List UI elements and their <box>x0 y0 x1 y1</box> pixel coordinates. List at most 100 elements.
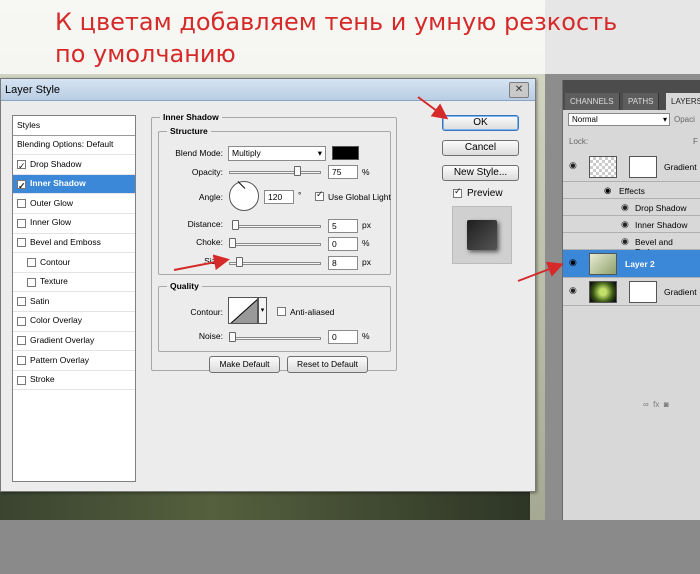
style-item-outer-glow[interactable]: Outer Glow <box>13 194 135 214</box>
style-checkbox[interactable] <box>17 297 26 307</box>
tab-paths[interactable]: PATHS <box>623 93 660 110</box>
styles-header[interactable]: Styles <box>13 116 135 136</box>
style-item-color-overlay[interactable]: Color Overlay <box>13 312 135 332</box>
blending-options[interactable]: Blending Options: Default <box>13 136 135 156</box>
shadow-color-swatch[interactable] <box>332 146 359 160</box>
chevron-down-icon: ▾ <box>317 148 322 158</box>
choke-input[interactable]: 0 <box>328 237 358 251</box>
opacity-slider[interactable] <box>229 171 321 174</box>
dialog-titlebar[interactable]: Layer Style ✕ <box>1 79 535 101</box>
style-checkbox[interactable] <box>17 177 26 196</box>
layer-row-layer-2[interactable]: ◉ Layer 2 <box>563 250 700 278</box>
style-item-inner-shadow[interactable]: Inner Shadow <box>13 174 135 196</box>
style-item-stroke[interactable]: Stroke <box>13 371 135 391</box>
angle-input[interactable]: 120 <box>264 190 294 204</box>
fx-icon[interactable]: fx <box>653 400 659 409</box>
distance-slider[interactable] <box>232 225 321 228</box>
size-unit: px <box>362 257 371 267</box>
noise-slider[interactable] <box>229 337 321 340</box>
link-icon[interactable]: ∞ <box>643 400 649 409</box>
dialog-title: Layer Style <box>5 84 61 96</box>
panel-opacity-label: Opaci <box>674 115 695 124</box>
opacity-input[interactable]: 75 <box>328 165 358 179</box>
style-item-pattern-overlay[interactable]: Pattern Overlay <box>13 351 135 371</box>
contour-preview[interactable] <box>228 297 258 324</box>
style-label: Stroke <box>30 374 55 385</box>
inner-shadow-title: Inner Shadow <box>160 112 222 122</box>
style-item-gradient-overlay[interactable]: Gradient Overlay <box>13 332 135 352</box>
eye-icon[interactable]: ◉ <box>621 219 629 230</box>
style-item-drop-shadow[interactable]: Drop Shadow <box>13 155 135 177</box>
choke-slider[interactable] <box>229 243 321 246</box>
effects-header-row[interactable]: ◉ Effects <box>563 182 700 199</box>
eye-icon[interactable]: ◉ <box>569 285 577 296</box>
effect-row-drop-shadow[interactable]: ◉ Drop Shadow <box>563 199 700 216</box>
noise-slider-thumb[interactable] <box>229 332 236 342</box>
blend-mode-select[interactable]: Multiply ▾ <box>228 146 326 161</box>
opacity-slider-thumb[interactable] <box>294 166 301 176</box>
close-button[interactable]: ✕ <box>509 82 529 98</box>
eye-icon[interactable]: ◉ <box>621 202 629 213</box>
new-style-button[interactable]: New Style... <box>442 165 519 181</box>
style-checkbox[interactable] <box>17 336 26 346</box>
layer-row-gradient-bottom[interactable]: ◉ Gradient <box>563 278 700 306</box>
distance-slider-thumb[interactable] <box>232 220 239 230</box>
layer-row-gradient-top[interactable]: ◉ Gradient <box>563 152 700 182</box>
choke-label: Choke: <box>196 237 223 247</box>
photo-strip <box>0 490 530 520</box>
noise-input[interactable]: 0 <box>328 330 358 344</box>
eye-icon[interactable]: ◉ <box>569 160 577 171</box>
size-slider-thumb[interactable] <box>236 257 243 267</box>
tab-layers[interactable]: LAYERS <box>666 93 700 110</box>
style-checkbox[interactable] <box>17 316 26 326</box>
mask-icon[interactable]: ◙ <box>664 400 669 409</box>
preview-checkbox[interactable] <box>453 186 462 198</box>
layer-name: Layer 2 <box>625 259 655 269</box>
style-item-inner-glow[interactable]: Inner Glow <box>13 214 135 234</box>
style-label: Contour <box>40 256 71 267</box>
style-item-bevel-and-emboss[interactable]: Bevel and Emboss <box>13 234 135 254</box>
distance-input[interactable]: 5 <box>328 219 358 233</box>
size-label: Size: <box>204 256 223 266</box>
style-item-contour[interactable]: Contour <box>13 253 135 273</box>
style-checkbox[interactable] <box>17 238 26 248</box>
size-input[interactable]: 8 <box>328 256 358 270</box>
style-label: Bevel and Emboss <box>30 237 101 248</box>
style-checkbox[interactable] <box>17 199 26 209</box>
contour-dropdown[interactable]: ▾ <box>258 297 267 324</box>
panel-lock-label: Lock: <box>569 137 589 146</box>
choke-slider-thumb[interactable] <box>229 238 236 248</box>
effects-icon: ◉ <box>604 185 612 195</box>
reset-to-default-button[interactable]: Reset to Default <box>287 356 368 373</box>
style-checkbox[interactable] <box>17 355 26 365</box>
ok-button[interactable]: OK <box>442 115 519 131</box>
angle-dial[interactable] <box>229 181 259 211</box>
panel-footer-icons: ∞ fx ◙ <box>643 400 669 409</box>
style-checkbox[interactable] <box>17 375 26 385</box>
make-default-button[interactable]: Make Default <box>209 356 280 373</box>
preview-label: Preview <box>467 188 503 199</box>
style-item-texture[interactable]: Texture <box>13 273 135 293</box>
effect-row-inner-shadow[interactable]: ◉ Inner Shadow <box>563 216 700 233</box>
contour-curve-icon <box>230 299 257 323</box>
cancel-button[interactable]: Cancel <box>442 140 519 156</box>
tab-channels[interactable]: CHANNELS <box>565 93 620 110</box>
style-checkbox[interactable] <box>17 218 26 228</box>
effects-label: Effects <box>619 186 645 196</box>
style-checkbox[interactable] <box>17 157 26 177</box>
style-label: Inner Glow <box>30 217 72 228</box>
angle-label: Angle: <box>198 192 223 202</box>
blend-mode-label: Blend Mode: <box>175 148 223 158</box>
style-item-satin[interactable]: Satin <box>13 292 135 312</box>
layer-thumbnail <box>589 281 617 303</box>
use-global-light-label: Use Global Light <box>328 192 391 202</box>
eye-icon[interactable]: ◉ <box>621 236 629 247</box>
effect-row-bevel[interactable]: ◉ Bevel and Emboss <box>563 233 700 257</box>
anti-aliased-checkbox[interactable] <box>277 307 286 316</box>
style-checkbox[interactable] <box>27 277 36 287</box>
eye-icon[interactable]: ◉ <box>569 257 577 268</box>
blend-mode-select-panel[interactable]: Normal ▾ <box>568 113 670 126</box>
use-global-light-checkbox[interactable] <box>315 189 324 201</box>
style-label: Inner Shadow <box>30 178 86 189</box>
style-checkbox[interactable] <box>27 257 36 267</box>
